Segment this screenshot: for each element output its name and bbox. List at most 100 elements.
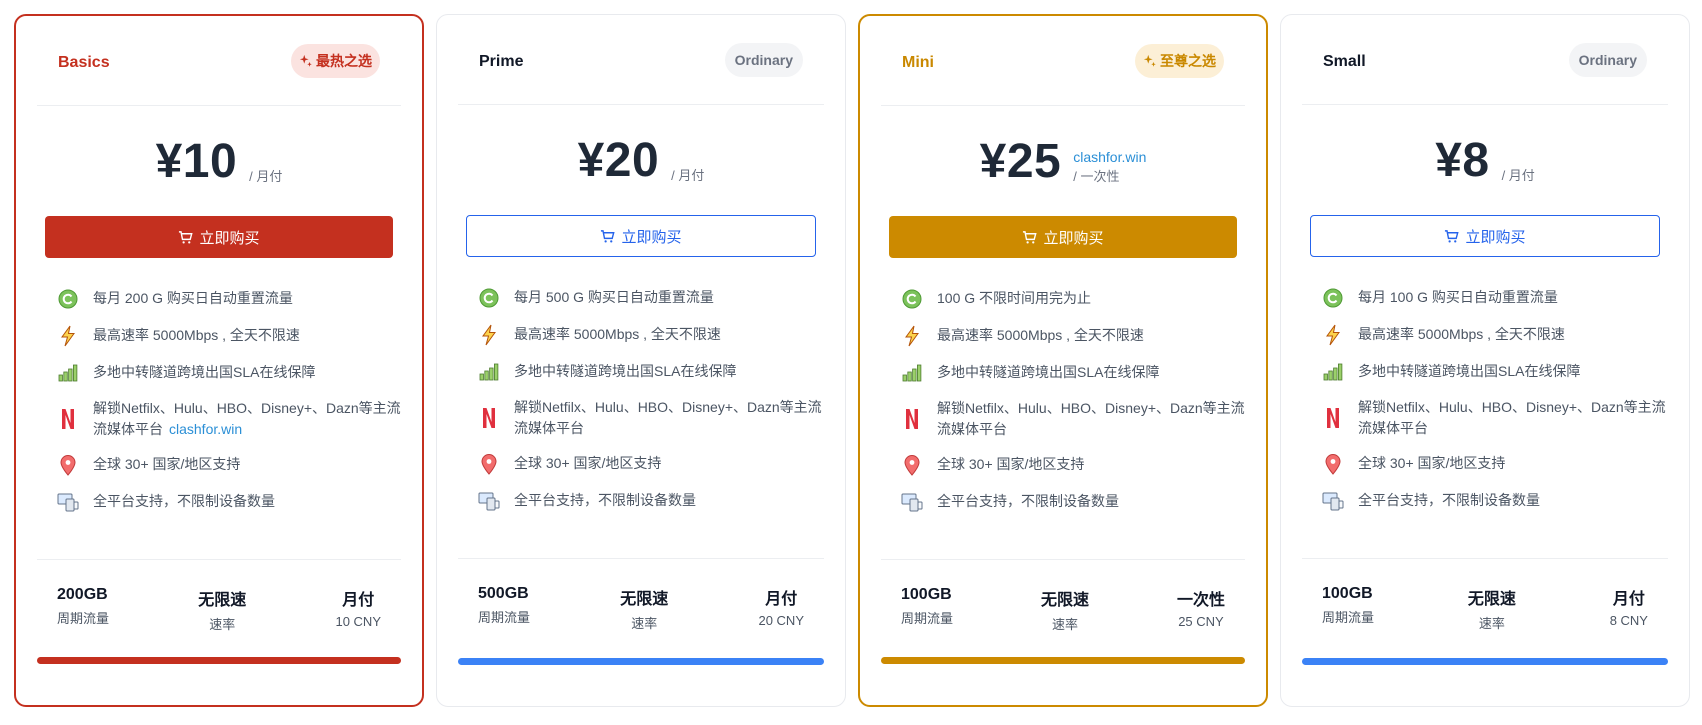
location-pin-icon	[901, 454, 923, 476]
feature-item: 全平台支持，不限制设备数量	[901, 483, 1245, 520]
buy-button[interactable]: 立即购买	[889, 216, 1237, 258]
plan-stats: 100GB 周期流量 无限速 速率 月付 8 CNY	[1302, 559, 1668, 632]
location-pin-icon	[57, 454, 79, 476]
plan-name: Prime	[479, 52, 524, 70]
feature-item: 解锁Netfilx、Hulu、HBO、Disney+、Dazn等主流流媒体平台	[901, 391, 1245, 446]
plan-header: Small Ordinary	[1302, 15, 1668, 105]
plan-badge-label: Ordinary	[1578, 51, 1637, 68]
plan-badge-label: 至尊之选	[1160, 52, 1216, 69]
price-period: / 月付	[1501, 168, 1535, 183]
feature-item: 全平台支持，不限制设备数量	[1322, 482, 1668, 519]
price-promo-link[interactable]: clashfor.win	[1073, 149, 1146, 165]
stat-traffic: 100GB 周期流量	[1322, 585, 1375, 625]
buy-button-label: 立即购买	[1465, 228, 1526, 246]
lightning-icon	[57, 325, 79, 347]
feature-item: 最高速率 5000Mbps , 全天不限速	[57, 317, 401, 354]
feature-item: 每月 100 G 购买日自动重置流量	[1322, 279, 1668, 316]
stat-billing: 月付 20 CNY	[758, 591, 804, 628]
accent-bar	[1302, 658, 1668, 665]
reset-icon	[901, 288, 923, 310]
reset-icon	[1322, 287, 1344, 309]
plan-badge-label: 最热之选	[316, 52, 372, 69]
feature-item: 全球 30+ 国家/地区支持	[1322, 445, 1668, 482]
feature-item: 多地中转隧道跨境出国SLA在线保障	[57, 354, 401, 391]
stat-billing: 月付 8 CNY	[1609, 591, 1648, 628]
stat-traffic: 200GB 周期流量	[57, 586, 110, 626]
buy-button[interactable]: 立即购买	[466, 215, 816, 257]
feature-item: 全平台支持，不限制设备数量	[57, 483, 401, 520]
cart-icon	[601, 229, 616, 242]
sparkle-icon	[1143, 54, 1156, 67]
plan-badge: 至尊之选	[1135, 43, 1224, 78]
feature-item: 解锁Netfilx、Hulu、HBO、Disney+、Dazn等主流流媒体平台	[478, 390, 824, 445]
buy-button-label: 立即购买	[199, 229, 260, 247]
feature-item: 多地中转隧道跨境出国SLA在线保障	[1322, 353, 1668, 390]
price-amount: ¥25	[979, 134, 1062, 188]
feature-item: 最高速率 5000Mbps , 全天不限速	[1322, 316, 1668, 353]
stat-speed: 无限速 速率	[620, 591, 669, 631]
netflix-icon	[901, 408, 923, 430]
lightning-icon	[478, 324, 500, 346]
lightning-icon	[901, 325, 923, 347]
feature-promo-link[interactable]: clashfor.win	[169, 421, 242, 437]
plan-card-small: Small Ordinary ¥8 / 月付 立即购买 每月 100 G 购买日…	[1280, 14, 1690, 707]
netflix-icon	[478, 407, 500, 429]
feature-list: 每月 100 G 购买日自动重置流量 最高速率 5000Mbps , 全天不限速…	[1302, 257, 1668, 559]
plan-badge-label: Ordinary	[734, 51, 793, 68]
plan-header: Mini 至尊之选	[881, 16, 1245, 106]
plan-stats: 500GB 周期流量 无限速 速率 月付 20 CNY	[458, 559, 824, 632]
pricing-cards: Basics 最热之选 ¥10 / 月付 立即购买 每月 200 G 购买日自动…	[14, 14, 1690, 707]
feature-item: 每月 500 G 购买日自动重置流量	[478, 279, 824, 316]
devices-icon	[901, 491, 923, 513]
stat-speed: 无限速 速率	[1040, 592, 1089, 632]
plan-card-mini: Mini 至尊之选 ¥25 clashfor.win / 一次性 立即购买 10…	[858, 14, 1268, 707]
netflix-icon	[57, 408, 79, 430]
signal-bars-icon	[1322, 361, 1344, 383]
cart-icon	[1023, 230, 1038, 243]
feature-item: 解锁Netfilx、Hulu、HBO、Disney+、Dazn等主流流媒体平台	[1322, 390, 1668, 445]
plan-price: ¥8 / 月付	[1302, 105, 1668, 215]
feature-item: 每月 200 G 购买日自动重置流量	[57, 280, 401, 317]
plan-price: ¥20 / 月付	[458, 105, 824, 215]
plan-card-prime: Prime Ordinary ¥20 / 月付 立即购买 每月 500 G 购买…	[436, 14, 846, 707]
signal-bars-icon	[478, 361, 500, 383]
buy-button-label: 立即购买	[1043, 229, 1104, 247]
stat-billing: 月付 10 CNY	[335, 592, 381, 629]
devices-icon	[478, 490, 500, 512]
price-period: / 一次性	[1073, 169, 1120, 184]
signal-bars-icon	[57, 362, 79, 384]
lightning-icon	[1322, 324, 1344, 346]
feature-item: 多地中转隧道跨境出国SLA在线保障	[478, 353, 824, 390]
netflix-icon	[1322, 407, 1344, 429]
accent-bar	[37, 657, 401, 664]
feature-item: 最高速率 5000Mbps , 全天不限速	[901, 317, 1245, 354]
buy-button[interactable]: 立即购买	[1310, 215, 1660, 257]
price-amount: ¥10	[155, 134, 238, 188]
plan-stats: 100GB 周期流量 无限速 速率 一次性 25 CNY	[881, 560, 1245, 633]
plan-badge: Ordinary	[724, 42, 803, 77]
feature-item: 解锁Netfilx、Hulu、HBO、Disney+、Dazn等主流流媒体平台 c…	[57, 391, 401, 446]
feature-item: 全平台支持，不限制设备数量	[478, 482, 824, 519]
feature-item: 多地中转隧道跨境出国SLA在线保障	[901, 354, 1245, 391]
cart-icon	[1445, 229, 1460, 242]
feature-item: 最高速率 5000Mbps , 全天不限速	[478, 316, 824, 353]
plan-price: ¥25 clashfor.win / 一次性	[881, 106, 1245, 216]
plan-badge: Ordinary	[1568, 42, 1647, 77]
devices-icon	[1322, 490, 1344, 512]
location-pin-icon	[478, 453, 500, 475]
plan-header: Basics 最热之选	[37, 16, 401, 106]
buy-button-label: 立即购买	[621, 228, 682, 246]
feature-item: 全球 30+ 国家/地区支持	[901, 446, 1245, 483]
location-pin-icon	[1322, 453, 1344, 475]
plan-badge: 最热之选	[291, 43, 380, 78]
stat-speed: 无限速 速率	[1467, 591, 1516, 631]
buy-button[interactable]: 立即购买	[45, 216, 393, 258]
cart-icon	[179, 230, 194, 243]
price-amount: ¥8	[1435, 133, 1490, 187]
plan-name: Mini	[902, 53, 934, 71]
stat-traffic: 100GB 周期流量	[901, 586, 954, 626]
feature-item: 全球 30+ 国家/地区支持	[478, 445, 824, 482]
plan-header: Prime Ordinary	[458, 15, 824, 105]
signal-bars-icon	[901, 362, 923, 384]
plan-name: Small	[1323, 52, 1366, 70]
